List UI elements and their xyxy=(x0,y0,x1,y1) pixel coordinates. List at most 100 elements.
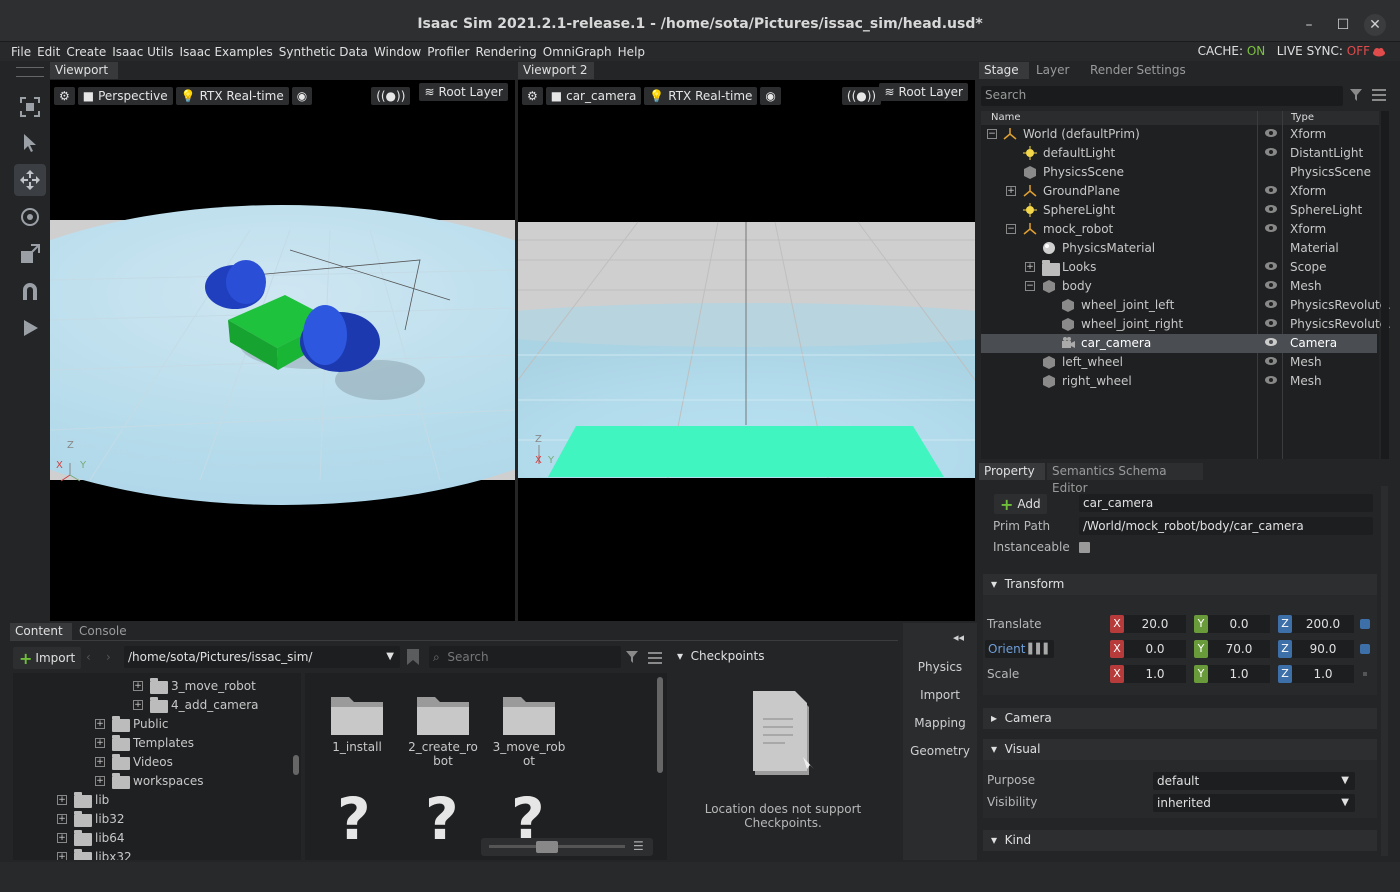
eye-icon[interactable] xyxy=(1264,147,1278,157)
tree-item[interactable]: + workspaces xyxy=(13,772,301,791)
eye-icon[interactable] xyxy=(1264,185,1278,195)
side-button-geometry[interactable]: Geometry xyxy=(905,739,975,763)
vp2-settings-button[interactable]: ⚙ xyxy=(522,87,543,105)
tree-item[interactable]: +3_move_robot xyxy=(13,677,301,696)
eye-icon[interactable] xyxy=(1264,261,1278,271)
stage-row[interactable]: right_wheel Mesh xyxy=(981,372,1377,391)
vp2-visibility-button[interactable]: ◉ xyxy=(760,87,781,105)
expand-icon[interactable]: + xyxy=(133,700,143,710)
tab-viewport[interactable]: Viewport xyxy=(50,62,118,79)
orient-z[interactable]: 90.0 xyxy=(1292,640,1354,658)
vp1-root-layer-button[interactable]: ≋ Root Layer xyxy=(419,83,508,101)
expand-icon[interactable]: + xyxy=(95,719,105,729)
visual-section-header[interactable]: ▾ Visual xyxy=(983,739,1377,760)
menu-synthetic-data[interactable]: Synthetic Data xyxy=(279,45,368,59)
prim-name-field[interactable]: car_camera xyxy=(1079,494,1373,512)
translate-reset-icon[interactable] xyxy=(1360,619,1370,629)
eye-icon[interactable] xyxy=(1264,375,1278,385)
collapse-icon[interactable]: − xyxy=(987,129,997,139)
stage-row-selected[interactable]: car_camera Camera xyxy=(981,334,1377,353)
menu-window[interactable]: Window xyxy=(374,45,421,59)
visibility-select[interactable]: inherited ▼ xyxy=(1153,794,1355,812)
stage-row[interactable]: PhysicsMaterial Material xyxy=(981,239,1377,258)
tree-item[interactable]: + libx32 xyxy=(13,848,301,860)
unknown-file-icon[interactable]: ? xyxy=(425,785,459,853)
tab-stage[interactable]: Stage xyxy=(979,62,1029,79)
tree-item[interactable]: + lib64 xyxy=(13,829,301,848)
vp1-broadcast-button[interactable]: ((●)) xyxy=(371,87,411,105)
translate-z[interactable]: 200.0 xyxy=(1292,615,1354,633)
tree-item[interactable]: + lib32 xyxy=(13,810,301,829)
vp2-camera-button[interactable]: ■ car_camera xyxy=(545,87,642,105)
stage-row[interactable]: PhysicsScene PhysicsScene xyxy=(981,163,1377,182)
add-button[interactable]: + Add xyxy=(994,494,1047,514)
collapse-panel-icon[interactable]: ◂◂ xyxy=(953,631,964,644)
snap-tool-button[interactable] xyxy=(14,275,46,307)
file-tile[interactable]: 1_install xyxy=(317,691,397,754)
orient-reset-icon[interactable] xyxy=(1360,644,1370,654)
move-tool-button[interactable] xyxy=(14,164,46,196)
transform-section-header[interactable]: ▾ Transform xyxy=(983,574,1377,595)
scale-x[interactable]: 1.0 xyxy=(1124,665,1186,683)
vp1-camera-button[interactable]: ■ Perspective xyxy=(77,87,173,105)
scale-reset-icon[interactable] xyxy=(1363,672,1367,676)
vp1-visibility-button[interactable]: ◉ xyxy=(291,87,313,105)
menu-rendering[interactable]: Rendering xyxy=(475,45,536,59)
frame-selection-button[interactable] xyxy=(14,91,46,123)
side-button-mapping[interactable]: Mapping xyxy=(905,711,975,735)
tab-layer[interactable]: Layer xyxy=(1031,62,1085,79)
eye-icon[interactable] xyxy=(1264,318,1278,328)
filter-icon[interactable] xyxy=(626,651,638,663)
tree-item[interactable]: + lib xyxy=(13,791,301,810)
expand-icon[interactable]: + xyxy=(57,814,67,824)
property-scrollbar[interactable] xyxy=(1381,486,1388,856)
content-path-field[interactable]: /home/sota/Pictures/issac_sim/ ▼ xyxy=(124,646,400,668)
expand-icon[interactable]: + xyxy=(57,852,67,860)
back-arrow-icon[interactable]: ‹ xyxy=(86,650,91,664)
viewport-2-canvas[interactable]: Z X Y ⚙ ■ car_camera 💡 RTX Real-time ◉ ((●… xyxy=(518,80,975,621)
minimize-button[interactable]: – xyxy=(1298,14,1320,36)
menu-profiler[interactable]: Profiler xyxy=(427,45,469,59)
menu-isaac-examples[interactable]: Isaac Examples xyxy=(180,45,273,59)
bookmark-icon[interactable] xyxy=(407,649,419,665)
scale-tool-button[interactable] xyxy=(14,238,46,270)
instanceable-checkbox[interactable] xyxy=(1079,542,1090,553)
stage-row[interactable]: wheel_joint_right PhysicsRevolute. xyxy=(981,315,1391,334)
tab-viewport-2[interactable]: Viewport 2 xyxy=(518,62,594,79)
vp1-settings-button[interactable]: ⚙ xyxy=(54,87,75,105)
content-search-input[interactable]: ⌕ Search xyxy=(429,646,621,668)
stage-row[interactable]: − mock_robot Xform xyxy=(981,220,1377,239)
side-button-import[interactable]: Import xyxy=(905,683,975,707)
prim-path-field[interactable]: /World/mock_robot/body/car_camera xyxy=(1079,517,1373,535)
forward-arrow-icon[interactable]: › xyxy=(106,650,111,664)
purpose-select[interactable]: default ▼ xyxy=(1153,772,1355,790)
maximize-button[interactable]: ☐ xyxy=(1332,14,1354,36)
close-button[interactable]: ✕ xyxy=(1364,14,1386,36)
tree-item[interactable]: +4_add_camera xyxy=(13,696,301,715)
stage-row[interactable]: SphereLight SphereLight xyxy=(981,201,1377,220)
menu-file[interactable]: File xyxy=(11,45,31,59)
stage-search-input[interactable]: Search xyxy=(981,86,1343,106)
menu-icon[interactable] xyxy=(1372,89,1386,101)
kind-section-header[interactable]: ▾ Kind xyxy=(983,830,1377,851)
menu-create[interactable]: Create xyxy=(66,45,106,59)
vp1-renderer-button[interactable]: 💡 RTX Real-time xyxy=(175,87,289,105)
list-view-icon[interactable]: ☰ xyxy=(633,839,644,853)
tree-scrollbar-thumb[interactable] xyxy=(293,755,299,775)
orient-y[interactable]: 70.0 xyxy=(1208,640,1270,658)
menu-icon[interactable] xyxy=(648,652,662,664)
grid-scrollbar-thumb[interactable] xyxy=(657,677,663,773)
tree-item[interactable]: + Videos xyxy=(13,753,301,772)
tab-console[interactable]: Console xyxy=(74,623,138,640)
stage-row[interactable]: − World (defaultPrim) Xform xyxy=(981,125,1377,144)
collapse-icon[interactable]: − xyxy=(1025,281,1035,291)
scale-y[interactable]: 1.0 xyxy=(1208,665,1270,683)
expand-icon[interactable]: + xyxy=(133,681,143,691)
expand-icon[interactable]: + xyxy=(95,757,105,767)
play-button[interactable] xyxy=(14,312,46,344)
expand-icon[interactable]: + xyxy=(95,738,105,748)
tree-item[interactable]: + Public xyxy=(13,715,301,734)
orient-mode-button[interactable]: Orient ▌▌▌ xyxy=(985,640,1055,658)
vp2-root-layer-button[interactable]: ≋ Root Layer xyxy=(879,83,968,101)
filter-icon[interactable] xyxy=(1350,89,1362,101)
